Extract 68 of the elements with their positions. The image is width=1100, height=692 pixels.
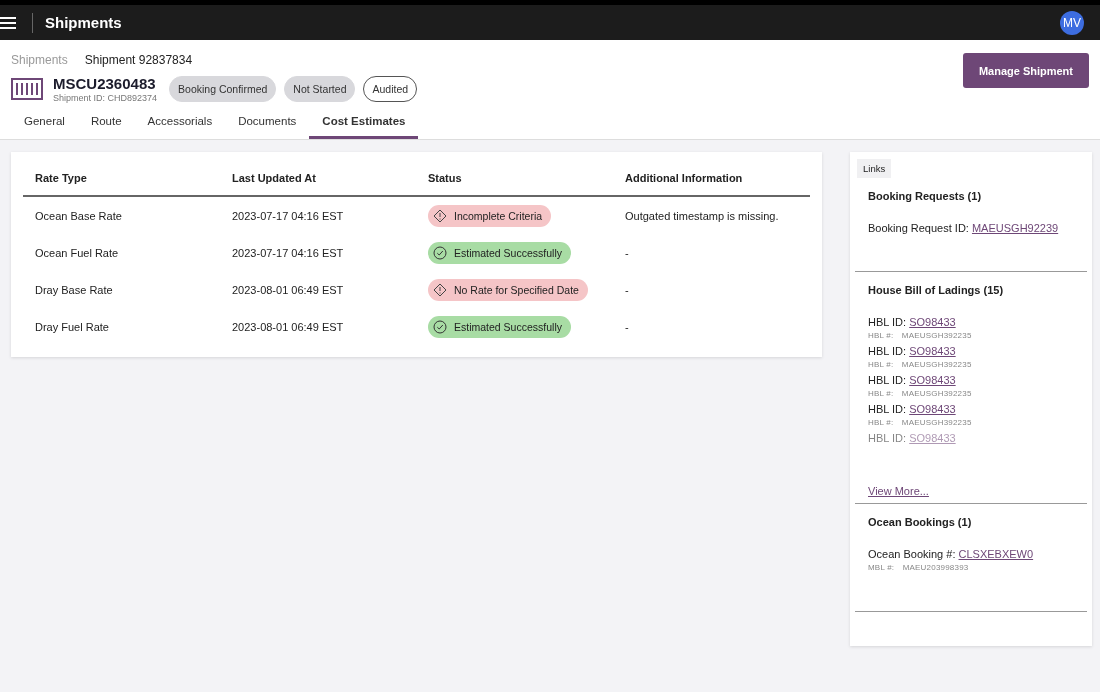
- table-cell-text: -: [624, 319, 630, 335]
- table-cell-text: 2023-07-17 04:16 EST: [231, 245, 345, 261]
- table-cell: 2023-07-17 04:16 EST: [220, 196, 416, 234]
- id-link[interactable]: CLSXEBXEW0: [958, 548, 1034, 560]
- links-tag: Links: [857, 159, 892, 178]
- breadcrumb-current: Shipment 92837834: [84, 53, 193, 67]
- link-label: HBL ID:: [868, 432, 908, 444]
- sub-value: MAEUSGH392235: [901, 331, 972, 340]
- sub-label: HBL #:: [868, 418, 895, 427]
- check-circle-icon: [433, 319, 447, 334]
- status-label: Incomplete Criteria: [454, 209, 543, 222]
- sub-value: MAEUSGH392235: [901, 360, 972, 369]
- warning-diamond-icon: [433, 208, 447, 223]
- sub-value: MAEUSGH392235: [901, 389, 972, 398]
- sub-label: HBL #:: [868, 389, 895, 398]
- column-header: Additional Information: [613, 164, 810, 196]
- link-label: Ocean Booking #:: [868, 548, 957, 560]
- table-cell-text: 2023-08-01 06:49 EST: [231, 282, 345, 298]
- check-circle-icon: [433, 245, 447, 260]
- status-badge: Audited: [363, 76, 418, 102]
- tab[interactable]: Cost Estimates: [309, 115, 419, 139]
- view-more-link[interactable]: View More...: [868, 485, 929, 497]
- id-link[interactable]: SO98433: [909, 316, 956, 328]
- link-label: HBL ID:: [868, 374, 908, 386]
- id-link[interactable]: SO98433: [909, 403, 956, 415]
- container-icon: [11, 78, 43, 100]
- table-cell-text: Ocean Fuel Rate: [34, 245, 120, 261]
- status-label: No Rate for Specified Date: [454, 283, 579, 296]
- id-link[interactable]: SO98433: [909, 374, 956, 386]
- column-header: Rate Type: [23, 164, 220, 196]
- sub-value: MAEUSGH392235: [901, 418, 972, 427]
- user-avatar[interactable]: MV: [1060, 10, 1084, 35]
- section-title: House Bill of Ladings (15): [868, 284, 1005, 296]
- section-title: Booking Requests (1): [868, 190, 983, 202]
- link-label: HBL ID:: [868, 316, 908, 328]
- shipment-id: Shipment ID: CHD892374: [53, 93, 158, 103]
- table-cell: Outgated timestamp is missing.: [613, 196, 810, 234]
- status-badge: Not Started: [284, 76, 356, 102]
- sub-label: HBL #:: [868, 331, 895, 340]
- link-label: HBL ID:: [868, 403, 908, 415]
- table-cell-text: Dray Base Rate: [34, 282, 114, 298]
- link-label: Booking Request ID:: [868, 222, 970, 234]
- app-title: Shipments: [45, 14, 123, 31]
- container-number: MSCU2360483: [53, 75, 157, 92]
- sub-label: MBL #:: [868, 563, 896, 572]
- tab[interactable]: Route: [77, 115, 135, 139]
- column-header: Last Updated At: [220, 164, 416, 196]
- id-link[interactable]: SO98433: [909, 345, 956, 357]
- menu-icon[interactable]: [0, 15, 16, 30]
- table-cell-text: Dray Fuel Rate: [34, 319, 110, 335]
- section-title: Ocean Bookings (1): [868, 516, 973, 528]
- warning-diamond-icon: [433, 282, 447, 297]
- status-label: Estimated Successfully: [454, 320, 562, 333]
- status-badge: Booking Confirmed: [169, 76, 277, 102]
- table-cell-text: -: [624, 282, 630, 298]
- sub-value: MAEU203998393: [902, 563, 969, 572]
- tab[interactable]: Accessorials: [134, 115, 226, 139]
- table-cell-text: -: [624, 245, 630, 261]
- status-label: Estimated Successfully: [454, 246, 562, 259]
- tab[interactable]: Documents: [225, 115, 310, 139]
- table-cell: Ocean Base Rate: [23, 196, 220, 234]
- id-link[interactable]: MAEUSGH92239: [971, 222, 1059, 234]
- manage-shipment-button[interactable]: Manage Shipment: [962, 53, 1089, 88]
- tab[interactable]: General: [11, 115, 78, 139]
- table-cell-text: 2023-08-01 06:49 EST: [231, 319, 345, 335]
- sub-label: HBL #:: [868, 360, 895, 369]
- link-label: HBL ID:: [868, 345, 908, 357]
- column-header: Status: [416, 164, 613, 196]
